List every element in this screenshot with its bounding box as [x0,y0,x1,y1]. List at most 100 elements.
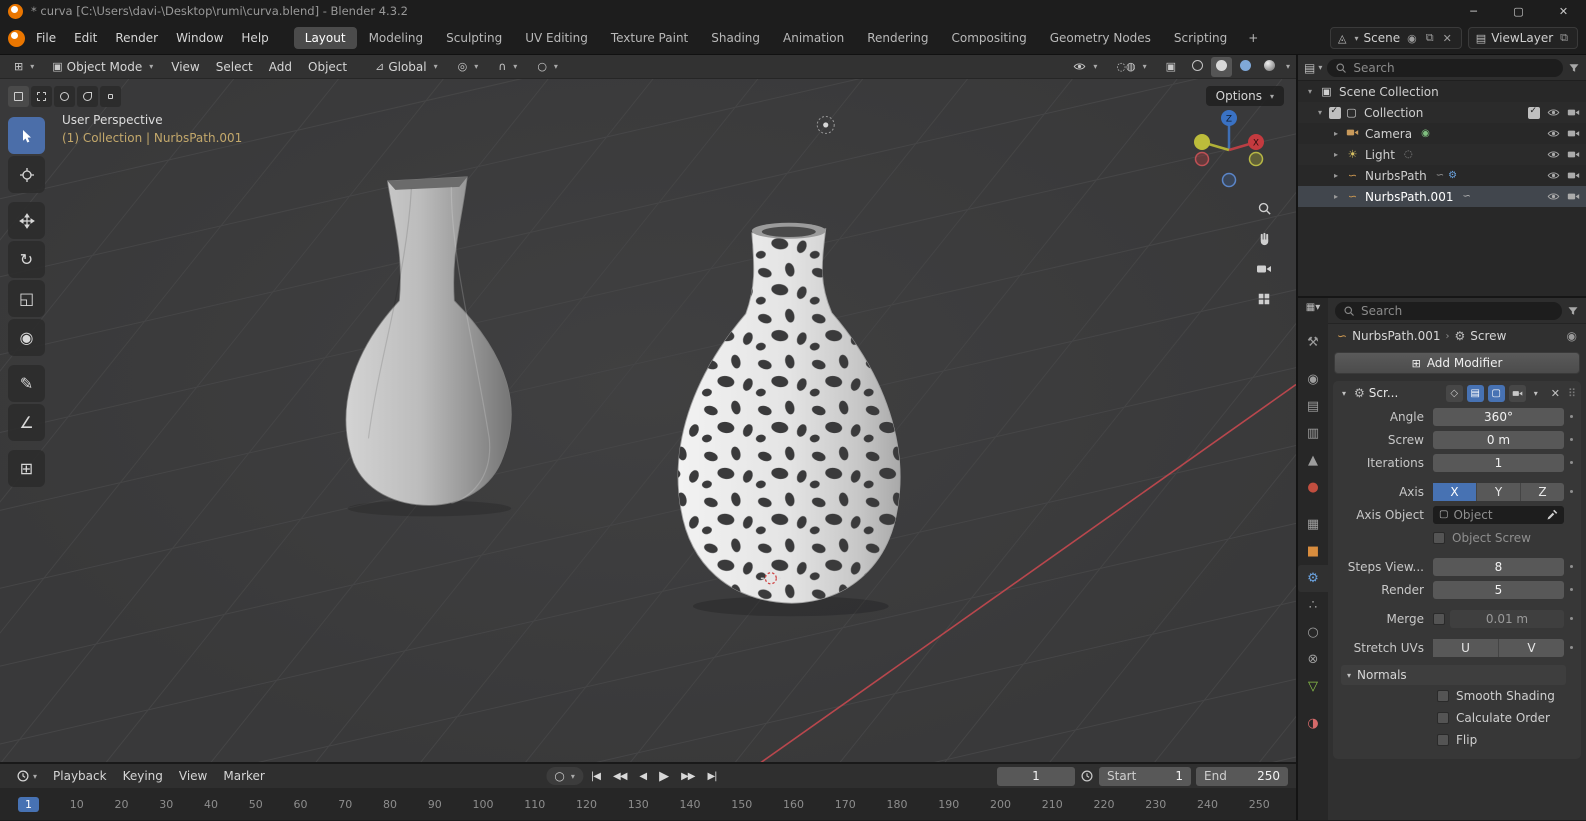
outliner-scene-collection-row[interactable]: ▾ ▣ Scene Collection [1298,81,1586,102]
current-frame-field[interactable]: 1 [997,766,1075,786]
frame-tick-label[interactable]: 50 [249,798,263,811]
collection-checkbox[interactable] [1329,106,1341,119]
number-field[interactable]: 0 m [1433,430,1564,449]
viewport-menu-item[interactable]: Select [208,58,261,76]
transform-tool[interactable]: ◉ [8,319,45,356]
timeline-menu-item[interactable]: Playback [45,766,115,786]
timeline-menu-item[interactable]: View [171,766,215,786]
pivot-point-selector[interactable]: ◎ ▾ [450,58,487,75]
editor-type-button[interactable]: ⊞ ▾ [6,58,42,75]
workspace-tab[interactable]: Modeling [358,27,435,49]
nurbspath-hide-eye-icon[interactable] [1547,169,1560,182]
workspace-tab[interactable]: UV Editing [514,27,599,49]
frame-tick-label[interactable]: 210 [1042,798,1063,811]
stretch-uv-button[interactable]: V [1499,638,1564,657]
tab-modifiers-icon[interactable]: ⚙ [1298,565,1328,592]
outliner-collection-row[interactable]: ▾ ▢ Collection [1298,102,1586,123]
show-in-viewport-toggle[interactable]: ▢ [1487,384,1505,402]
show-in-editmode-toggle[interactable]: ▤ [1466,384,1484,402]
animate-dot-icon[interactable] [1564,617,1579,620]
tab-scene-icon[interactable]: ▲ [1298,447,1328,474]
nurbspath001-render-icon[interactable] [1567,190,1580,203]
auto-keying-toggle[interactable]: ○ ▾ [546,767,583,785]
tab-material-icon[interactable]: ◑ [1298,710,1328,737]
add-workspace-button[interactable]: + [1240,29,1266,47]
zoom-icon[interactable] [1257,201,1272,216]
frame-start-field[interactable]: Start 1 [1099,766,1191,786]
frame-tick-label[interactable]: 80 [383,798,397,811]
breadcrumb-object-name[interactable]: NurbsPath.001 [1352,329,1440,343]
frame-tick-label[interactable]: 70 [338,798,352,811]
frame-tick-label[interactable]: 200 [990,798,1011,811]
normals-subpanel-header[interactable]: ▾ Normals [1341,665,1566,685]
workspace-tab[interactable]: Rendering [856,27,939,49]
viewport-3d[interactable]: User Perspective (1) Collection | NurbsP… [0,79,1296,762]
select-mode-circle-button[interactable] [54,86,75,107]
viewport-menu-item[interactable]: Add [261,58,300,76]
tab-world-icon[interactable]: ● [1298,474,1328,501]
viewport-menu-item[interactable]: View [163,58,207,76]
camera-hide-eye-icon[interactable] [1547,127,1560,140]
frame-tick-label[interactable]: 170 [835,798,856,811]
number-field[interactable]: 360° [1433,407,1564,426]
animate-dot-icon[interactable] [1564,588,1579,591]
tab-output-icon[interactable]: ▤ [1298,393,1328,420]
drag-handle-icon[interactable]: ⠿ [1568,387,1576,400]
properties-search-input[interactable]: Search [1335,301,1562,320]
animate-dot-icon[interactable] [1564,490,1579,493]
navigation-gizmo[interactable]: Z X [1184,105,1274,195]
add-cube-tool[interactable]: ⊞ [8,450,45,487]
app-menu-item[interactable]: Help [232,27,277,49]
outliner-light-row[interactable]: ▸ ☀ Light ◌ [1298,144,1586,165]
frame-tick-label[interactable]: 140 [680,798,701,811]
frame-tick-label[interactable]: 160 [783,798,804,811]
select-mode-lasso-button[interactable] [77,86,98,107]
new-view-layer-button[interactable]: ⧉ [1558,31,1570,45]
frame-tick-label[interactable]: 60 [294,798,308,811]
proportional-editing-toggle[interactable]: ○ ▾ [529,58,566,75]
object-screw-checkbox[interactable] [1433,531,1445,544]
workspace-tab[interactable]: Texture Paint [600,27,699,49]
ortho-grid-icon[interactable] [1257,292,1271,306]
workspace-tab[interactable]: Animation [772,27,855,49]
tab-constraints-icon[interactable]: ⊗ [1298,646,1328,673]
frame-tick-label[interactable]: 230 [1145,798,1166,811]
merge-checkbox[interactable] [1433,612,1445,625]
option-checkbox[interactable] [1437,734,1449,746]
steps-render-field[interactable]: 5 [1433,580,1564,599]
properties-editor-icon[interactable]: ▦▾ [1306,302,1320,313]
collection-enable-checkbox[interactable] [1528,106,1540,119]
maximize-button[interactable]: ▢ [1496,0,1541,22]
shading-rendered-button[interactable] [1259,57,1280,77]
shading-solid-button[interactable] [1210,56,1232,77]
frame-tick-label[interactable]: 240 [1197,798,1218,811]
select-mode-pick-button[interactable] [100,86,121,107]
show-on-cage-toggle[interactable]: ◇ [1445,384,1463,402]
frame-tick-label[interactable]: 180 [887,798,908,811]
merge-distance-field[interactable]: 0.01 m [1450,609,1564,628]
timeline-ruler[interactable]: 1 10 20 30 40 50 60 70 80 90 100 110 120 130 140 150 160… [0,788,1296,820]
show-overlays-toggle[interactable]: ◌◍ ▾ [1108,58,1154,75]
delete-modifier-button[interactable]: ✕ [1548,387,1563,400]
camera-render-icon[interactable] [1567,127,1580,140]
next-keyframe-button[interactable]: ▶▶ [676,769,699,784]
stretch-uv-button[interactable]: U [1433,638,1499,657]
outliner-nurbspath-row[interactable]: ▸ ∽ NurbsPath ∽ ⚙ [1298,165,1586,186]
timeline-menu-item[interactable]: Marker [215,766,272,786]
animate-dot-icon[interactable] [1564,565,1579,568]
frame-tick-label[interactable]: 220 [1094,798,1115,811]
option-checkbox[interactable] [1437,712,1449,724]
outliner-filter-icon[interactable] [1568,62,1580,74]
blender-menu-icon[interactable] [8,29,25,47]
animate-dot-icon[interactable] [1564,461,1579,464]
expand-chevron-icon[interactable]: ▾ [1338,389,1350,398]
xray-toggle[interactable]: ▣ [1158,58,1184,75]
rotate-tool[interactable]: ↻ [8,241,45,278]
add-modifier-button[interactable]: ⊞ Add Modifier [1334,352,1580,374]
frame-tick-label[interactable]: 250 [1249,798,1270,811]
cursor-tool[interactable] [8,156,45,193]
prev-keyframe-button[interactable]: ◀◀ [608,769,631,784]
frame-tick-label[interactable]: 1 [18,796,39,812]
outliner-editor-icon[interactable]: ▤ ▾ [1304,61,1322,75]
axis-option-button[interactable]: X [1433,482,1477,501]
